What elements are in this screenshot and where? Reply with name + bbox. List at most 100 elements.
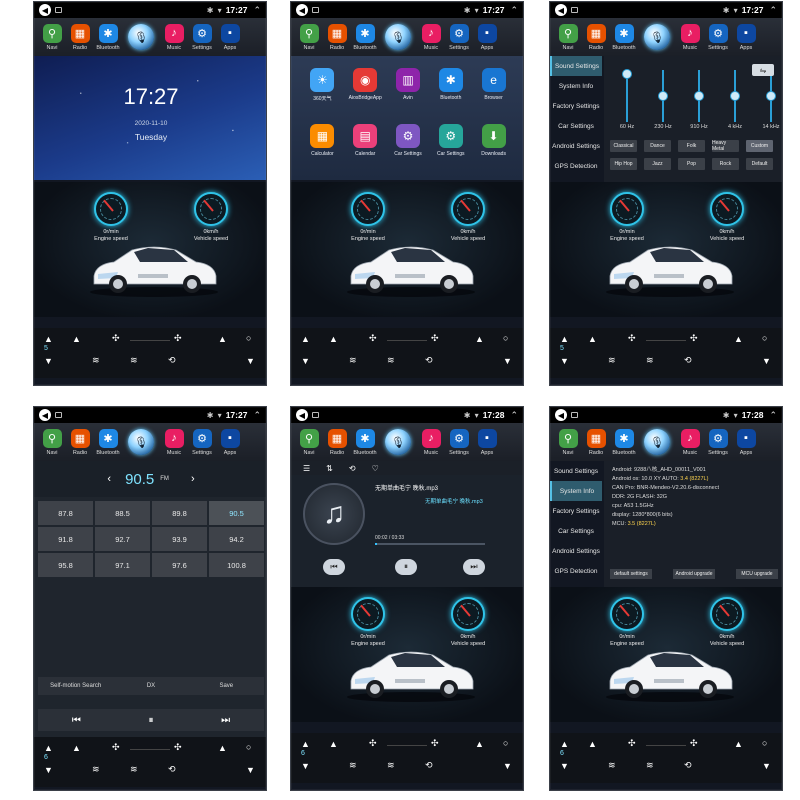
fan-right-icon[interactable]: ✣ [174,333,182,344]
dock-app-radio[interactable]: ▦ Radio [582,428,610,456]
dock-app-radio[interactable]: ▦ Radio [66,428,94,456]
temp-up-button[interactable]: ▲ [588,334,597,344]
defrost-icon[interactable]: ≋ [646,760,654,771]
temp-up-left-button[interactable]: ▲ [301,739,310,749]
voice-assistant-icon[interactable]: 🎙 [385,429,411,455]
temp-up-right-button[interactable]: ▲ [475,739,484,749]
preset-station[interactable]: 97.6 [152,553,207,577]
sys-button-2[interactable]: MCU upgrade [736,569,778,579]
temp-up-left-button[interactable]: ▲ [301,334,310,344]
repeat-icon[interactable]: ⟲ [349,464,356,473]
prev-track-icon[interactable]: ⏮ [72,715,81,726]
eq-slider-knob[interactable] [622,69,632,80]
temp-down-left-button[interactable]: ▼ [44,765,53,775]
temp-up-right-button[interactable]: ▲ [218,743,227,753]
voice-assistant-icon[interactable]: 🎙 [128,429,154,455]
eq-preset-jazz[interactable]: Jazz [644,158,671,170]
temp-down-right-button[interactable]: ▼ [762,761,771,771]
eq-preset-rock[interactable]: Rock [712,158,739,170]
power-button[interactable]: ○ [503,738,508,748]
preset-station[interactable]: 100.8 [209,553,264,577]
menu-system-info[interactable]: System Info [550,481,602,501]
expand-up-icon[interactable]: ⌃ [510,410,518,421]
temp-down-left-button[interactable]: ▼ [44,356,53,366]
dock-app-apps[interactable]: ▪ Apps [473,23,501,51]
dock-app-settings[interactable]: ⚙ Settings [188,23,216,51]
eq-preset-custom[interactable]: Custom [746,140,773,152]
menu-sound-settings[interactable]: Sound Settings [550,56,602,76]
menu-gps-detection[interactable]: GPS Detection [550,561,602,581]
seat-heat-icon[interactable]: ≋ [608,355,616,366]
dock-app-music[interactable]: ♪ Music [417,23,445,51]
power-button[interactable]: ○ [503,333,508,343]
dock-app-navi[interactable]: ⚲ Navi [554,23,582,51]
dock-app-radio[interactable]: ▦ Radio [66,23,94,51]
favorite-icon[interactable]: ♡ [372,464,379,473]
dock-app-settings[interactable]: ⚙ Settings [704,23,732,51]
temp-up-button[interactable]: ▲ [329,334,338,344]
dock-app-music[interactable]: ♪ Music [160,23,188,51]
eq-preset-hip-hop[interactable]: Hip Hop [610,158,637,170]
eq-preset-default[interactable]: Default [746,158,773,170]
seat-heat-icon[interactable]: ≋ [349,355,357,366]
temp-up-button[interactable]: ▲ [329,739,338,749]
temp-down-right-button[interactable]: ▼ [246,765,255,775]
app-car-settings[interactable]: ⚙ Car Settings [387,123,430,169]
tune-prev-button[interactable]: ‹ [107,473,111,485]
eq-slider[interactable] [694,70,704,122]
defrost-icon[interactable]: ≋ [646,355,654,366]
back-icon[interactable]: ◀ [555,4,567,16]
radio-func-1[interactable]: DX [113,677,188,695]
menu-car-settings[interactable]: Car Settings [550,521,602,541]
eq-slider[interactable] [730,70,740,122]
temp-up-right-button[interactable]: ▲ [734,334,743,344]
power-button[interactable]: ○ [246,742,251,752]
menu-android-settings[interactable]: Android Settings [550,541,602,561]
eq-slider[interactable] [766,70,776,122]
dock-app-music[interactable]: ♪ Music [676,428,704,456]
fan-right-icon[interactable]: ✣ [174,742,182,753]
preset-station[interactable]: 88.5 [95,501,150,525]
eq-slider-knob[interactable] [730,91,740,101]
recirc-icon[interactable]: ⟲ [684,760,692,771]
preset-station[interactable]: 87.8 [38,501,93,525]
next-track-icon[interactable]: ⏭ [221,715,230,726]
app-360天气[interactable]: ☀ 360天气 [301,68,344,114]
temp-up-right-button[interactable]: ▲ [734,739,743,749]
defrost-icon[interactable]: ≋ [130,355,138,366]
dock-app-radio[interactable]: ▦ Radio [582,23,610,51]
preset-station[interactable]: 91.8 [38,527,93,551]
temp-down-left-button[interactable]: ▼ [560,356,569,366]
playlist-icon[interactable]: ☰ [303,464,310,473]
temp-up-right-button[interactable]: ▲ [475,334,484,344]
seat-heat-icon[interactable]: ≋ [349,760,357,771]
temp-up-button[interactable]: ▲ [72,743,81,753]
recirc-icon[interactable]: ⟲ [168,355,176,366]
sort-icon[interactable]: ⇅ [326,464,333,473]
eq-preset-dance[interactable]: Dance [644,140,671,152]
dock-app-bluetooth[interactable]: ✱ Bluetooth [94,23,122,51]
app-avin[interactable]: ▥ Avin [387,68,430,114]
menu-factory-settings[interactable]: Factory Settings [550,96,602,116]
dock-app-radio[interactable]: ▦ Radio [323,23,351,51]
dock-app-bluetooth[interactable]: ✱ Bluetooth [351,428,379,456]
power-button[interactable]: ○ [246,333,251,343]
dock-app-navi[interactable]: ⚲ Navi [38,23,66,51]
dock-app-bluetooth[interactable]: ✱ Bluetooth [351,23,379,51]
balance-toggle-button[interactable]: ⇋ [752,64,774,76]
recirc-icon[interactable]: ⟲ [684,355,692,366]
seat-heat-icon[interactable]: ≋ [608,760,616,771]
dock-app-bluetooth[interactable]: ✱ Bluetooth [94,428,122,456]
fan-right-icon[interactable]: ✣ [690,333,698,344]
back-icon[interactable]: ◀ [555,409,567,421]
dock-app-music[interactable]: ♪ Music [417,428,445,456]
back-icon[interactable]: ◀ [39,4,51,16]
expand-up-icon[interactable]: ⌃ [510,5,518,16]
temp-up-left-button[interactable]: ▲ [560,334,569,344]
power-button[interactable]: ○ [762,333,767,343]
eq-slider-knob[interactable] [658,91,668,101]
app-calculator[interactable]: ▦ Calculator [301,123,344,169]
defrost-icon[interactable]: ≋ [387,355,395,366]
fan-left-icon[interactable]: ✣ [112,742,120,753]
temp-down-right-button[interactable]: ▼ [503,761,512,771]
